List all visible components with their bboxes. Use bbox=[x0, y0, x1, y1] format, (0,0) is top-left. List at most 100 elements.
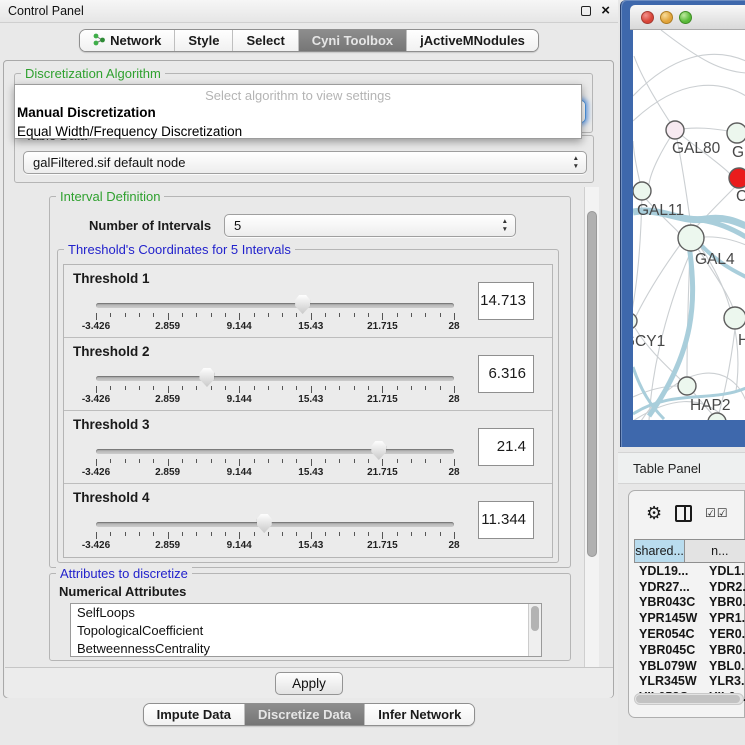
slider-track[interactable] bbox=[96, 522, 454, 527]
attribute-item[interactable]: TopologicalCoefficient bbox=[71, 622, 541, 640]
cell-shared-name[interactable]: YPR145W bbox=[634, 611, 706, 625]
cell-shared-name[interactable]: YDR27... bbox=[634, 580, 706, 594]
slider-tick bbox=[225, 532, 226, 536]
tab-select[interactable]: Select bbox=[233, 30, 298, 51]
cell-name[interactable]: YDR2... bbox=[706, 580, 745, 594]
slider-tick-label: -3.426 bbox=[82, 321, 110, 332]
cell-name[interactable]: YLR3... bbox=[706, 674, 745, 688]
table-row[interactable]: YBR043CYBR0... bbox=[634, 595, 745, 611]
slider-handle[interactable] bbox=[199, 368, 214, 387]
table-rows: YDL19...YDL1...YDR27...YDR2...YBR043CYBR… bbox=[634, 563, 745, 705]
gear-icon[interactable]: ⚙ bbox=[646, 503, 662, 524]
slider-track[interactable] bbox=[96, 303, 454, 308]
network-node-gal11[interactable] bbox=[633, 182, 651, 200]
listbox-scrollbar-thumb[interactable] bbox=[531, 606, 539, 631]
cell-name[interactable]: YPR1... bbox=[706, 611, 745, 625]
slider-handle[interactable] bbox=[371, 441, 386, 460]
cell-name[interactable]: YER0... bbox=[706, 627, 745, 641]
network-canvas[interactable]: GAL80GCGAL11GAL4GCY1HHAP2 bbox=[633, 30, 745, 420]
slider-tick bbox=[96, 532, 97, 539]
attributes-listbox[interactable]: SelfLoopsTopologicalCoefficientBetweenne… bbox=[70, 603, 542, 657]
slider-tick-label: 28 bbox=[448, 540, 459, 551]
network-node-g[interactable] bbox=[727, 123, 745, 143]
threshold-value-field[interactable]: 14.713 bbox=[478, 282, 534, 320]
slider-tick bbox=[325, 459, 326, 463]
cell-name[interactable]: YBL0... bbox=[706, 659, 745, 673]
slider-tick bbox=[382, 459, 383, 466]
table-row[interactable]: YER054CYER0... bbox=[634, 626, 745, 642]
tab-jactivemnodules[interactable]: jActiveMNodules bbox=[407, 30, 538, 51]
close-icon[interactable]: × bbox=[601, 6, 610, 16]
dropdown-options: Manual DiscretizationEqual Width/Frequen… bbox=[15, 103, 581, 141]
table-row[interactable]: YLR345WYLR3... bbox=[634, 674, 745, 690]
network-node-hap2[interactable] bbox=[678, 377, 696, 395]
slider-tick bbox=[325, 386, 326, 390]
table-data-select[interactable]: galFiltered.sif default node ▲▼ bbox=[23, 151, 587, 174]
vertical-scrollbar[interactable] bbox=[584, 187, 599, 667]
tab-network[interactable]: Network bbox=[80, 30, 175, 51]
slider-tick bbox=[325, 313, 326, 317]
slider-track[interactable] bbox=[96, 376, 454, 381]
minimize-traffic-light[interactable] bbox=[660, 11, 673, 24]
network-node-c[interactable] bbox=[729, 168, 745, 188]
control-panel-titlebar: Control Panel × bbox=[0, 0, 618, 23]
cell-shared-name[interactable]: YLR345W bbox=[634, 674, 706, 688]
tab-discretize-data[interactable]: Discretize Data bbox=[245, 704, 365, 725]
cell-name[interactable]: YBR0... bbox=[706, 643, 745, 657]
horizontal-scrollbar-thumb[interactable] bbox=[636, 695, 740, 703]
float-window-icon[interactable] bbox=[581, 6, 591, 16]
slider-handle[interactable] bbox=[257, 514, 272, 533]
tab-style[interactable]: Style bbox=[175, 30, 233, 51]
network-node-gal80[interactable] bbox=[666, 121, 684, 139]
slider-tick bbox=[368, 313, 369, 317]
table-row[interactable]: YDL19...YDL1... bbox=[634, 563, 745, 579]
threshold-value-field[interactable]: 21.4 bbox=[478, 428, 534, 466]
table-data-fieldset: Table Data galFiltered.sif default node … bbox=[14, 135, 594, 183]
attribute-item[interactable]: SelfLoops bbox=[71, 604, 541, 622]
slider-tick bbox=[225, 386, 226, 390]
apply-button[interactable]: Apply bbox=[275, 672, 343, 695]
cell-name[interactable]: YDL1... bbox=[706, 564, 745, 578]
cyni-toolbox-panel: Discretization Algorithm ▲▼ Table Data g… bbox=[3, 60, 614, 698]
cell-shared-name[interactable]: YBR043C bbox=[634, 595, 706, 609]
table-row[interactable]: YPR145WYPR1... bbox=[634, 610, 745, 626]
dropdown-option-equal-width-frequency-discretization[interactable]: Equal Width/Frequency Discretization bbox=[15, 122, 581, 141]
threshold-value-field[interactable]: 6.316 bbox=[478, 355, 534, 393]
slider-tick bbox=[182, 532, 183, 536]
tab-cyni-toolbox[interactable]: Cyni Toolbox bbox=[299, 30, 407, 51]
slider-tick-label: 9.144 bbox=[227, 394, 252, 405]
threshold-value-field[interactable]: 11.344 bbox=[478, 501, 534, 539]
vertical-scrollbar-thumb[interactable] bbox=[587, 211, 597, 557]
tab-infer-network[interactable]: Infer Network bbox=[365, 704, 474, 725]
cell-shared-name[interactable]: YDL19... bbox=[634, 564, 706, 578]
table-row[interactable]: YBR045CYBR0... bbox=[634, 642, 745, 658]
column-header-name[interactable]: n... bbox=[685, 539, 745, 563]
slider-track[interactable] bbox=[96, 449, 454, 454]
cell-name[interactable]: YBR0... bbox=[706, 595, 745, 609]
network-node[interactable] bbox=[708, 413, 726, 420]
network-node-h[interactable] bbox=[724, 307, 745, 329]
column-header-shared-name[interactable]: shared... bbox=[634, 539, 685, 563]
column-layout-icon[interactable] bbox=[675, 505, 692, 522]
tab-impute-data[interactable]: Impute Data bbox=[144, 704, 245, 725]
tab-label: Select bbox=[246, 33, 284, 48]
cell-shared-name[interactable]: YBR045C bbox=[634, 643, 706, 657]
network-node-gal4[interactable] bbox=[678, 225, 704, 251]
dropdown-option-manual-discretization[interactable]: Manual Discretization bbox=[15, 103, 581, 122]
zoom-traffic-light[interactable] bbox=[679, 11, 692, 24]
attribute-item[interactable]: BetweennessCentrality bbox=[71, 640, 541, 657]
slider-tick bbox=[397, 313, 398, 317]
slider-tick bbox=[125, 532, 126, 536]
close-traffic-light[interactable] bbox=[641, 11, 654, 24]
checkbox-icons[interactable]: ☑☑ bbox=[705, 506, 729, 520]
cell-shared-name[interactable]: YBL079W bbox=[634, 659, 706, 673]
listbox-scrollbar[interactable] bbox=[528, 604, 541, 656]
horizontal-scrollbar[interactable] bbox=[634, 693, 744, 705]
table-row[interactable]: YDR27...YDR2... bbox=[634, 579, 745, 595]
slider-handle[interactable] bbox=[295, 295, 310, 314]
control-panel-tab-group: NetworkStyle Select Cyni ToolboxjActiveMNo… bbox=[79, 29, 539, 52]
cell-shared-name[interactable]: YER054C bbox=[634, 627, 706, 641]
slider-tick bbox=[411, 386, 412, 390]
num-intervals-select[interactable]: 5 ▲▼ bbox=[224, 214, 516, 237]
table-row[interactable]: YBL079WYBL0... bbox=[634, 658, 745, 674]
